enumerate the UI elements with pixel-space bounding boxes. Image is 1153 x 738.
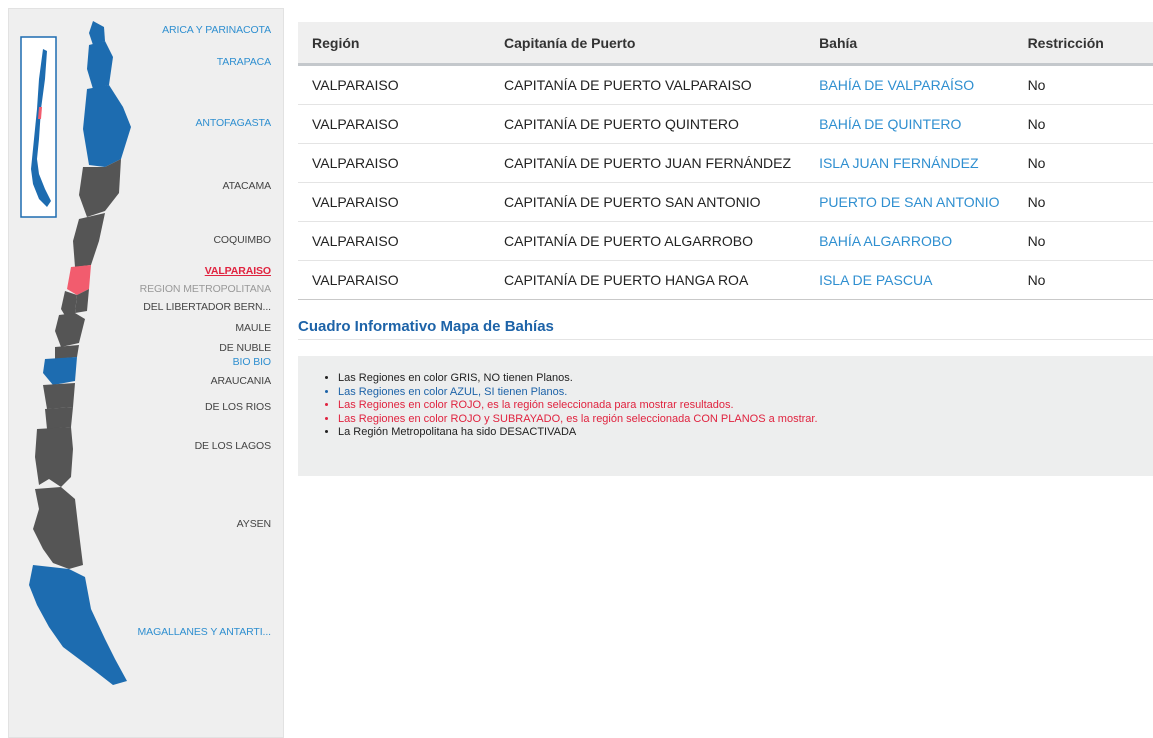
region-cell: VALPARAISO [298,182,490,222]
capitania-cell: CAPITANÍA DE PUERTO SAN ANTONIO [490,182,806,222]
region-label-araucania[interactable]: ARAUCANIA [211,375,271,387]
column-header-bahia: Bahía [805,22,1014,66]
legend-item-red: Las Regiones en color ROJO, es la región… [338,399,1153,413]
region-shape-los-rios[interactable] [45,407,73,429]
region-shape-nuble[interactable] [55,345,79,359]
table-row: VALPARAISO CAPITANÍA DE PUERTO VALPARAIS… [298,64,1153,105]
region-label-tarapaca[interactable]: TARAPACA [217,56,271,68]
region-label-antofagasta[interactable]: ANTOFAGASTA [195,117,271,129]
bahia-link[interactable]: BAHÍA DE VALPARAÍSO [805,64,1014,105]
restriccion-cell: No [1013,64,1153,105]
region-shape-coquimbo[interactable] [73,213,105,267]
region-cell: VALPARAISO [298,260,490,300]
restriccion-cell: No [1013,221,1153,261]
legend-item-blue: Las Regiones en color AZUL, SI tienen Pl… [338,386,1153,400]
restriccion-cell: No [1013,104,1153,144]
region-cell: VALPARAISO [298,64,490,105]
region-cell: VALPARAISO [298,221,490,261]
region-shape-antofagasta[interactable] [83,85,131,167]
legend-item-metropolitana: La Región Metropolitana ha sido DESACTIV… [338,426,1153,440]
region-shape-araucania[interactable] [43,383,75,409]
region-cell: VALPARAISO [298,143,490,183]
region-label-valparaiso[interactable]: VALPARAISO [205,265,271,277]
region-shape-maule[interactable] [55,313,85,347]
region-shape-arica[interactable] [89,21,105,45]
info-box: Las Regiones en color GRIS, NO tienen Pl… [298,356,1153,476]
capitania-cell: CAPITANÍA DE PUERTO QUINTERO [490,104,806,144]
capitania-cell: CAPITANÍA DE PUERTO ALGARROBO [490,221,806,261]
region-label-arica[interactable]: ARICA Y PARINACOTA [162,24,271,36]
bahia-link[interactable]: PUERTO DE SAN ANTONIO [805,182,1014,222]
region-label-los-rios[interactable]: DE LOS RIOS [205,401,271,413]
region-label-nuble[interactable]: DE NUBLE [219,342,271,354]
capitania-cell: CAPITANÍA DE PUERTO HANGA ROA [490,260,806,300]
capitania-cell: CAPITANÍA DE PUERTO JUAN FERNÁNDEZ [490,143,806,183]
bahia-link[interactable]: ISLA JUAN FERNÁNDEZ [805,143,1014,183]
table-row: VALPARAISO CAPITANÍA DE PUERTO SAN ANTON… [298,182,1153,222]
restriccion-cell: No [1013,143,1153,183]
region-map-panel: ARICA Y PARINACOTA TARAPACA ANTOFAGASTA … [8,8,284,738]
table-row: VALPARAISO CAPITANÍA DE PUERTO HANGA ROA… [298,260,1153,300]
restriccion-cell: No [1013,260,1153,300]
region-shape-magallanes[interactable] [29,565,127,685]
table-row: VALPARAISO CAPITANÍA DE PUERTO ALGARROBO… [298,221,1153,261]
region-label-maule[interactable]: MAULE [235,322,271,334]
region-cell: VALPARAISO [298,104,490,144]
table-row: VALPARAISO CAPITANÍA DE PUERTO JUAN FERN… [298,143,1153,183]
table-row: VALPARAISO CAPITANÍA DE PUERTO QUINTERO … [298,104,1153,144]
info-section-title: Cuadro Informativo Mapa de Bahías [298,318,1153,340]
region-label-atacama[interactable]: ATACAMA [223,180,272,192]
bays-table: Región Capitanía de Puerto Bahía Restric… [298,22,1153,300]
restriccion-cell: No [1013,182,1153,222]
region-label-metropolitana: REGION METROPOLITANA [139,283,272,295]
bahia-link[interactable]: BAHÍA DE QUINTERO [805,104,1014,144]
column-header-region: Región [298,22,490,66]
region-label-libertador[interactable]: DEL LIBERTADOR BERN... [143,301,271,313]
legend-item-grey: Las Regiones en color GRIS, NO tienen Pl… [338,372,1153,386]
region-shape-atacama[interactable] [79,159,121,217]
region-label-los-lagos[interactable]: DE LOS LAGOS [195,440,272,452]
region-shape-biobio[interactable] [43,357,77,385]
legend-item-red-underlined: Las Regiones en color ROJO y SUBRAYADO, … [338,413,1153,427]
bahia-link[interactable]: BAHÍA ALGARROBO [805,221,1014,261]
bahia-link[interactable]: ISLA DE PASCUA [805,260,1014,300]
region-label-biobio[interactable]: BIO BIO [233,356,272,368]
capitania-cell: CAPITANÍA DE PUERTO VALPARAISO [490,64,806,105]
column-header-restriccion: Restricción [1013,22,1153,66]
legend-list: Las Regiones en color GRIS, NO tienen Pl… [322,372,1153,440]
region-shape-aysen[interactable] [33,487,83,569]
column-header-capitania: Capitanía de Puerto [490,22,806,66]
region-shape-tarapaca[interactable] [87,41,113,89]
region-label-coquimbo[interactable]: COQUIMBO [213,234,271,246]
region-label-magallanes[interactable]: MAGALLANES Y ANTARTI... [138,626,272,638]
table-header-row: Región Capitanía de Puerto Bahía Restric… [298,22,1153,66]
region-shape-los-lagos[interactable] [35,427,73,487]
region-label-aysen[interactable]: AYSEN [237,518,271,530]
